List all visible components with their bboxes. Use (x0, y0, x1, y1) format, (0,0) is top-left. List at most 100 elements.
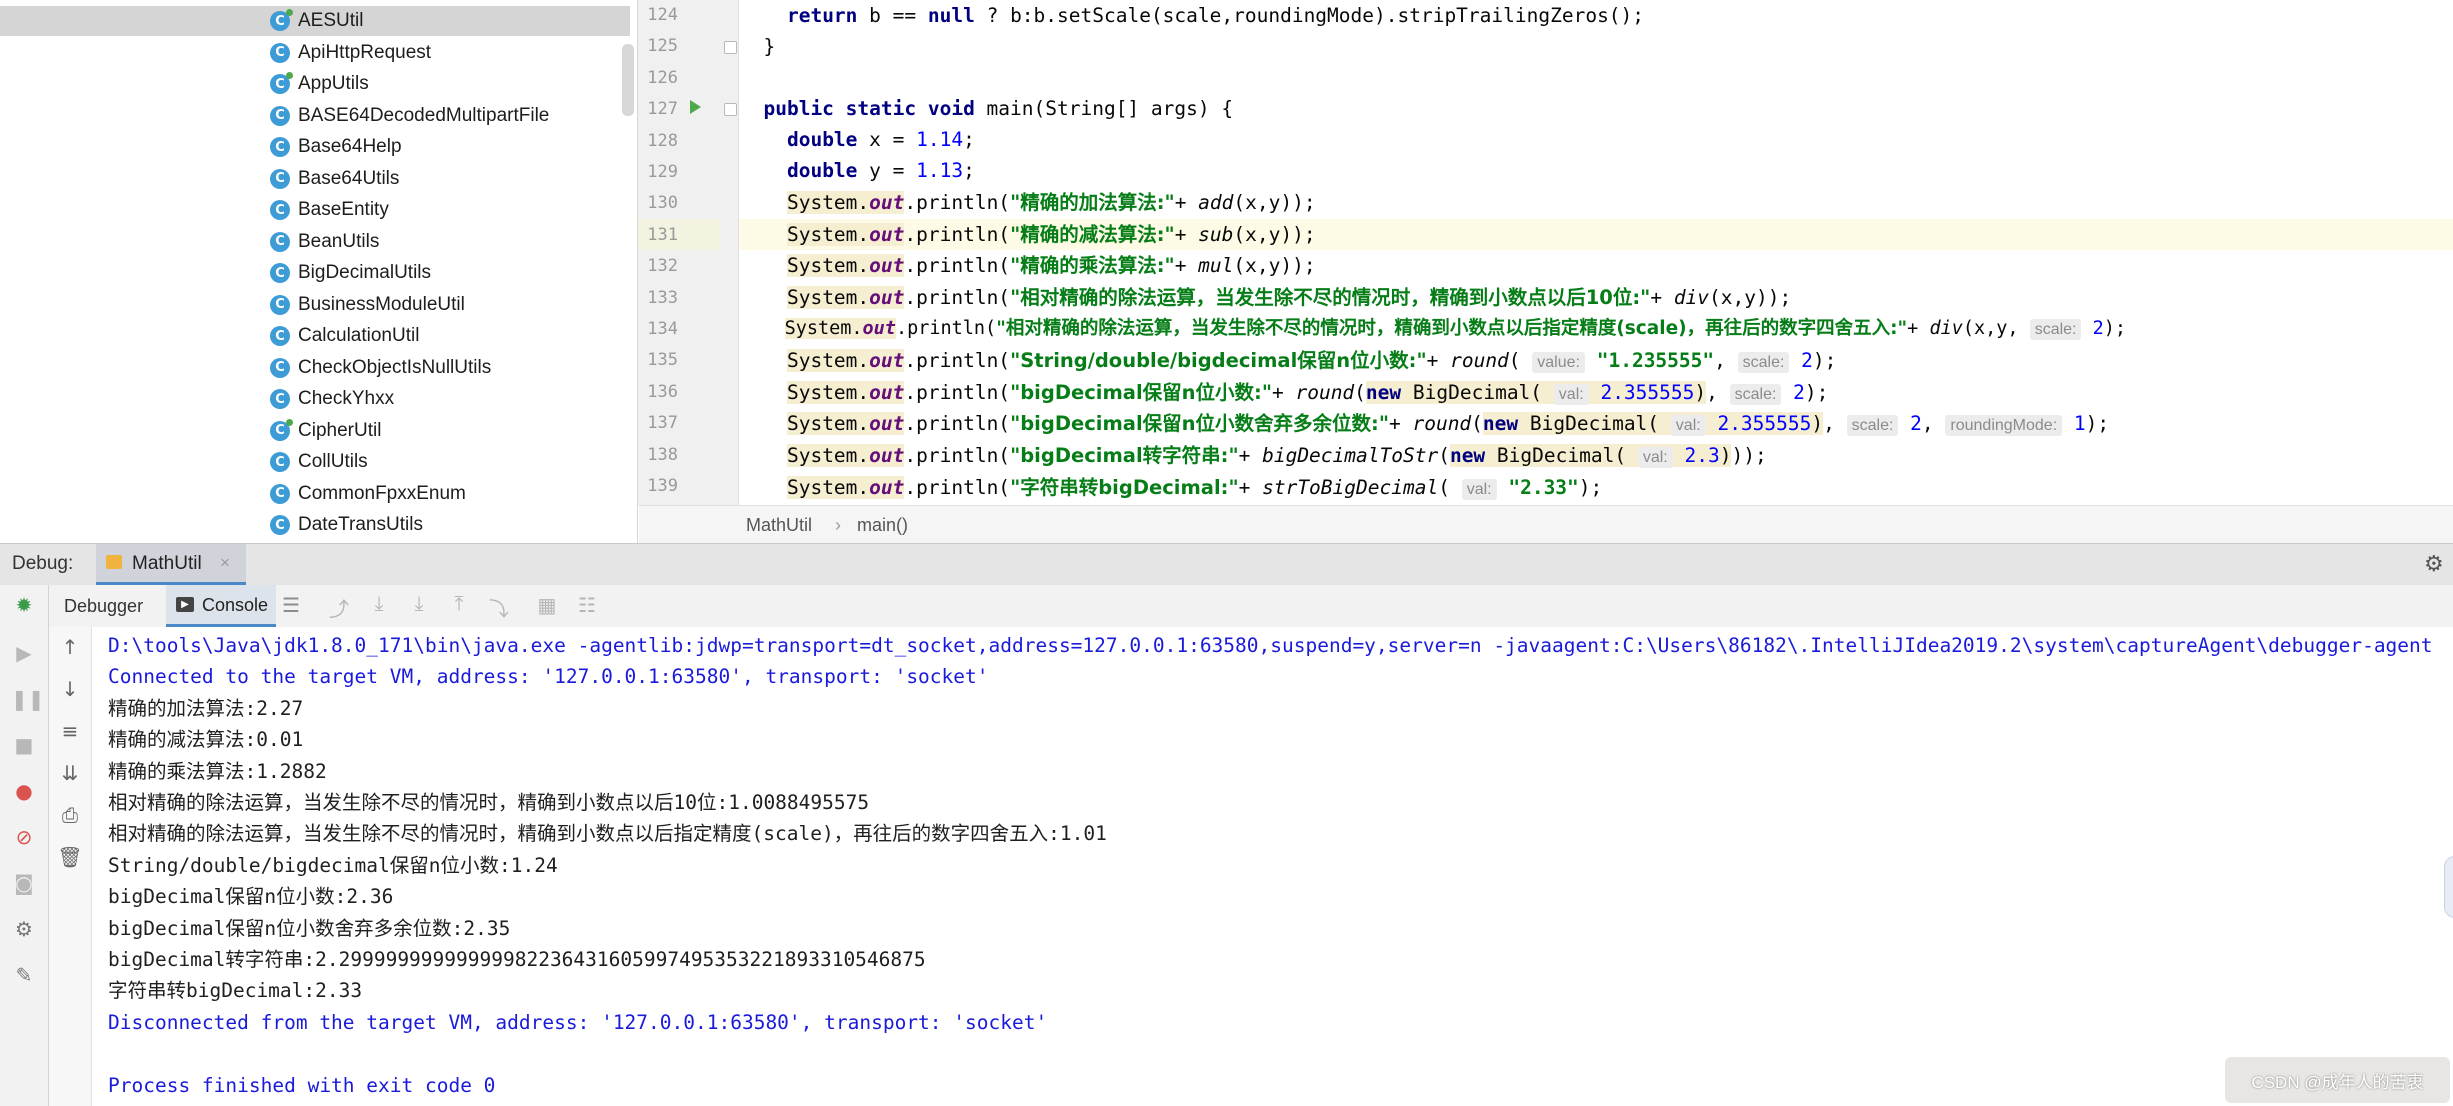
debug-session-label: MathUtil (132, 553, 202, 574)
up-arrow-icon[interactable]: ↑ (57, 635, 83, 659)
camera-icon[interactable]: ◙ (11, 871, 37, 895)
tree-item[interactable]: C Base64Utils (270, 164, 399, 194)
run-to-cursor-icon[interactable]: ⤵ (486, 593, 512, 622)
menu-icon[interactable]: ☰ (278, 593, 304, 618)
close-icon[interactable]: × (220, 553, 230, 573)
code-line-137: System.out.println("bigDecimal保留n位小数舍弃多余… (786, 412, 2110, 436)
evaluate-icon[interactable]: ▦ (534, 593, 560, 618)
run-gutter-icon[interactable] (690, 100, 701, 114)
tree-item[interactable]: C BusinessModuleUtil (270, 290, 465, 320)
tree-item[interactable]: C DateTransUtils (270, 510, 423, 540)
tree-item-label: CalculationUtil (298, 325, 420, 346)
line-number: 134 (647, 319, 678, 339)
mute-breakpoints-icon[interactable]: ⊘ (11, 825, 37, 849)
tree-item[interactable]: C CheckYhxx (270, 384, 394, 414)
line-number: 136 (647, 381, 678, 402)
debug-label: Debug: (12, 553, 74, 574)
watermark: CSDN @成年人的苦衷 (2225, 1057, 2450, 1103)
debug-side-toolbar: ✹ ▶ ❚❚ ■ ● ⊘ ◙ ⚙ ✎ (0, 585, 49, 1106)
line-number: 126 (647, 67, 678, 88)
code-line-133: System.out.println("相对精确的除法运算，当发生除不尽的情况时… (786, 286, 1792, 309)
breadcrumb-separator: › (835, 515, 841, 535)
resume-icon[interactable]: ▶ (11, 641, 37, 665)
tree-item-label: AppUtils (298, 73, 369, 94)
class-icon: C (270, 294, 290, 315)
tab-console[interactable]: ▶ Console (166, 585, 276, 627)
fold-gutter (720, 0, 739, 505)
tree-item[interactable]: C BeanUtils (270, 227, 379, 257)
console-line: bigDecimal转字符串:2.29999999999999982236431… (108, 948, 926, 971)
step-out-icon[interactable]: ⤒ (446, 593, 472, 616)
tree-item[interactable]: C CipherUtil (270, 416, 381, 446)
tree-item-label: BigDecimalUtils (298, 262, 432, 283)
tab-debugger[interactable]: Debugger (64, 596, 143, 617)
tree-item[interactable]: C CalculationUtil (270, 321, 419, 351)
line-number: 128 (647, 130, 678, 151)
tree-item[interactable]: C BigDecimalUtils (270, 258, 431, 288)
step-over-icon[interactable]: ⤓ (366, 593, 392, 616)
tree-item[interactable]: C CheckObjectIsNullUtils (270, 353, 491, 383)
line-number: 124 (647, 5, 678, 25)
tree-item-label: CheckObjectIsNullUtils (298, 356, 492, 378)
param-hint: scale: (1729, 384, 1782, 405)
tree-item[interactable]: C CommonFpxxEnum (270, 479, 466, 509)
tree-item[interactable]: C CollUtils (270, 447, 368, 477)
class-icon: C (270, 326, 290, 346)
tree-item-label: ApiHttpRequest (298, 41, 432, 63)
line-number: 130 (647, 193, 678, 214)
line-number: 135 (647, 350, 678, 371)
tree-item[interactable]: C AppUtils (270, 69, 369, 99)
settings-icon[interactable]: ⚙ (11, 917, 37, 941)
console-line: bigDecimal保留n位小数:2.36 (108, 885, 394, 909)
tree-item-label: BusinessModuleUtil (298, 293, 465, 315)
param-hint: value: (1532, 352, 1585, 373)
tree-item-label: CheckYhxx (298, 388, 395, 409)
scroll-to-end-icon[interactable]: ⇊ (57, 761, 83, 785)
soft-wrap-icon[interactable]: ≡ (57, 719, 83, 743)
pin-icon[interactable]: ✎ (11, 963, 37, 987)
pause-icon[interactable]: ❚❚ (11, 687, 45, 711)
breadcrumb-class[interactable]: MathUtil (746, 515, 812, 536)
param-hint: val: (1553, 384, 1589, 405)
tree-item-label: DateTransUtils (298, 514, 423, 535)
console-icon: ▶ (176, 597, 194, 612)
tree-item[interactable]: C Base64Help (270, 132, 402, 162)
print-icon[interactable]: ⎙ (57, 803, 83, 827)
tree-item-label: Base64Utils (298, 167, 400, 189)
trace-icon[interactable]: ☷ (574, 593, 600, 618)
breadcrumb-method[interactable]: main() (857, 515, 908, 536)
tree-scrollbar[interactable] (622, 44, 634, 116)
line-number: 125 (647, 36, 678, 57)
tab-console-label: Console (202, 595, 269, 615)
view-breakpoints-icon[interactable]: ● (11, 779, 37, 803)
tree-item[interactable]: C AESUtil (0, 6, 630, 36)
code-line-124: return b == null ? b:b.setScale(scale,ro… (786, 4, 1645, 27)
code-line-128: double x = 1.14; (786, 128, 975, 151)
class-icon: C (270, 200, 290, 220)
tree-item-label: CommonFpxxEnum (298, 482, 466, 504)
class-icon: C (270, 105, 290, 126)
console-line: 字符串转bigDecimal:2.33 (108, 979, 363, 1003)
step-into-icon[interactable]: ⤓ (406, 593, 432, 616)
tree-item-label: CipherUtil (298, 419, 382, 441)
param-hint: val: (1637, 447, 1673, 468)
down-arrow-icon[interactable]: ↓ (57, 677, 83, 701)
fold-icon[interactable] (724, 103, 737, 116)
debug-tabs-bar: Debugger ▶ Console ☰ ⤴ ⤓ ⤓ ⤒ ⤵ ▦ ☷ (0, 585, 2453, 628)
trash-icon[interactable]: 🗑 (57, 845, 83, 869)
tree-item-label: AESUtil (298, 10, 364, 31)
console-line: 精确的减法算法:0.01 (108, 728, 304, 752)
stop-icon[interactable]: ■ (11, 733, 37, 757)
gear-icon[interactable]: ⚙ (2424, 551, 2444, 577)
show-execution-point-icon[interactable]: ⤴ (326, 593, 352, 622)
fold-icon[interactable] (724, 41, 737, 54)
class-icon: C (270, 515, 290, 535)
tree-item[interactable]: C BaseEntity (270, 195, 389, 225)
debug-session-tab[interactable]: MathUtil × (96, 544, 246, 585)
side-assistant-bubble[interactable] (2444, 856, 2453, 918)
code-line-136: System.out.println("bigDecimal保留n位小数:"+ … (786, 381, 1829, 405)
tree-item[interactable]: C BASE64DecodedMultipartFile (270, 101, 549, 131)
tree-item[interactable]: C ApiHttpRequest (270, 38, 431, 68)
code-line-127: public static void main(String[] args) { (763, 97, 1234, 120)
line-number: 129 (647, 162, 678, 182)
